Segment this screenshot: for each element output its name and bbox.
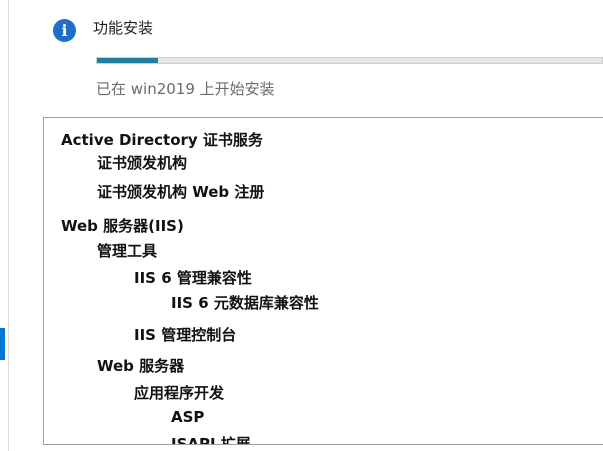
feature-item: ASP (171, 408, 205, 426)
feature-item: IIS 管理控制台 (134, 326, 237, 344)
info-icon: i (53, 19, 76, 42)
status-title: 功能安装 (93, 19, 154, 37)
status-subtitle: 已在 win2019 上开始安装 (96, 80, 275, 98)
feature-item: 管理工具 (97, 242, 158, 260)
feature-item: IIS 6 元数据库兼容性 (171, 294, 319, 312)
feature-item: 证书颁发机构 Web 注册 (97, 183, 265, 201)
left-panel-divider (8, 0, 9, 451)
progress-bar-fill (97, 58, 158, 63)
feature-item: Web 服务器(IIS) (61, 217, 184, 235)
left-panel-selection-indicator (0, 328, 5, 360)
feature-list[interactable]: Active Directory 证书服务证书颁发机构证书颁发机构 Web 注册… (43, 117, 603, 445)
feature-item: ISAPI 扩展 (171, 435, 251, 445)
feature-item: IIS 6 管理兼容性 (134, 269, 252, 287)
feature-item: Active Directory 证书服务 (61, 131, 263, 149)
feature-item: 证书颁发机构 (97, 154, 188, 172)
installation-progress-bar (96, 57, 603, 64)
feature-item: 应用程序开发 (134, 384, 225, 402)
feature-item: Web 服务器 (97, 357, 185, 375)
